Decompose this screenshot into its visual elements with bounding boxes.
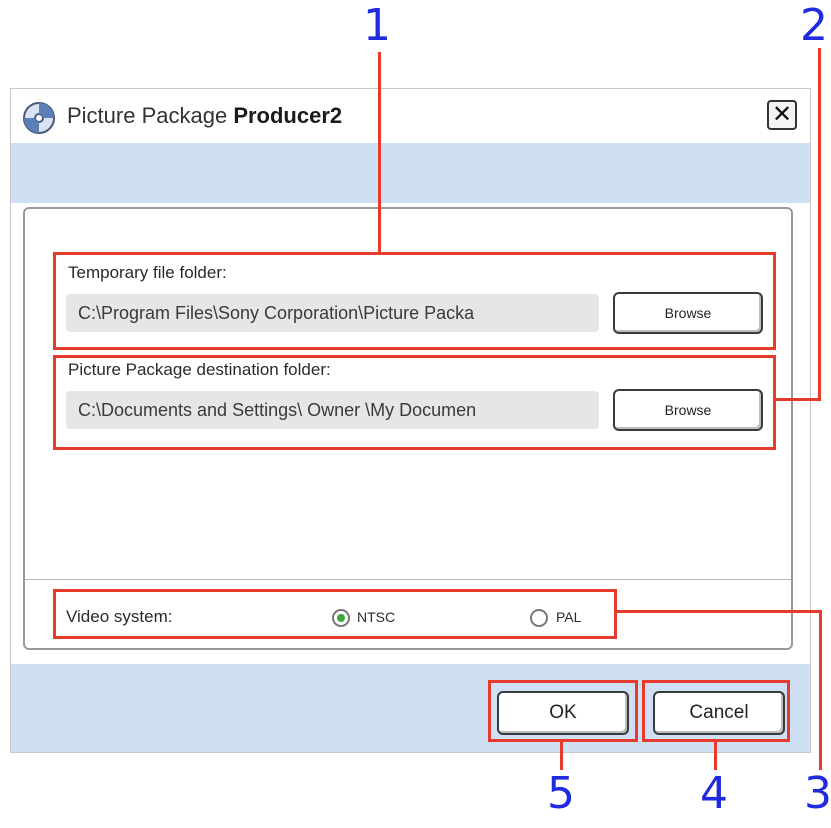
callout-line-3-horizontal xyxy=(617,610,822,613)
callout-number-2: 2 xyxy=(800,0,828,51)
callout-line-1 xyxy=(378,52,381,254)
callout-box-4 xyxy=(642,680,790,742)
callout-line-2-horizontal xyxy=(776,398,821,401)
panel-divider xyxy=(25,579,791,580)
callout-number-3: 3 xyxy=(804,768,831,819)
title-bar: Picture Package Producer2 ✕ xyxy=(11,89,810,143)
callout-line-5 xyxy=(560,742,563,770)
callout-line-2-vertical xyxy=(818,48,821,401)
callout-number-4: 4 xyxy=(700,768,728,819)
callout-box-2 xyxy=(53,355,776,450)
close-button[interactable]: ✕ xyxy=(767,100,797,130)
window-title: Picture Package Producer2 xyxy=(67,103,343,128)
callout-line-4 xyxy=(714,742,717,770)
callout-number-5: 5 xyxy=(547,768,575,819)
callout-line-3-vertical xyxy=(819,610,822,770)
callout-box-1 xyxy=(53,252,776,350)
header-band xyxy=(11,143,810,203)
callout-box-5 xyxy=(488,680,638,742)
picture-package-icon xyxy=(23,102,55,134)
callout-box-3 xyxy=(53,589,617,639)
callout-number-1: 1 xyxy=(363,0,391,51)
